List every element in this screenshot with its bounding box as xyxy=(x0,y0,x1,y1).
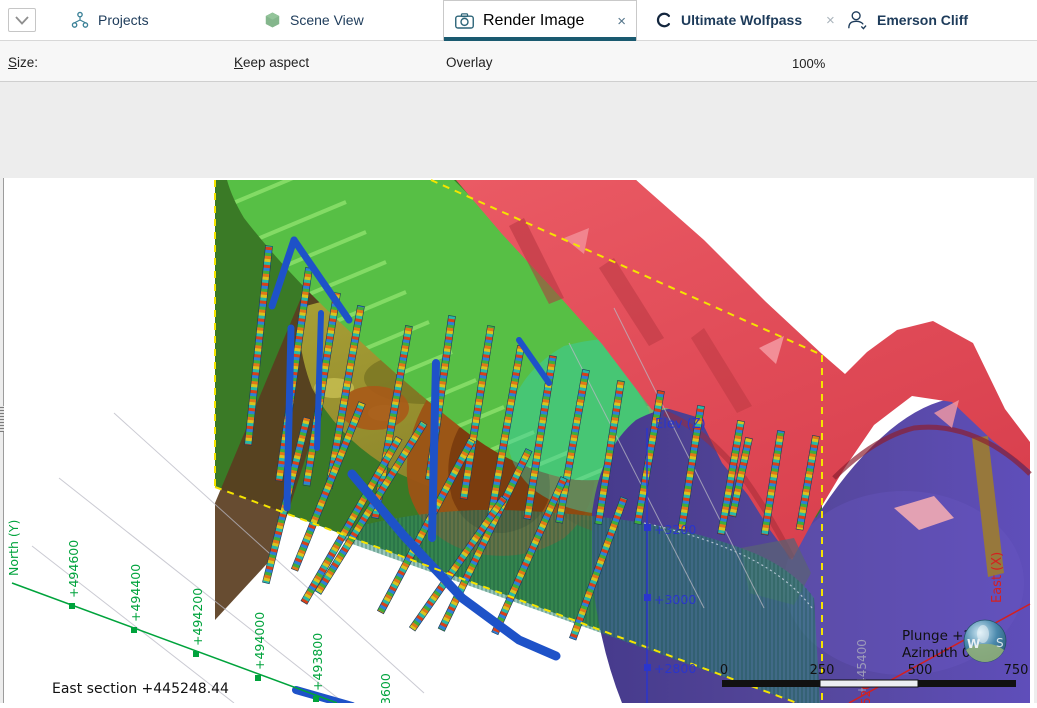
tab-overflow-dropdown-button[interactable] xyxy=(8,8,36,32)
rendered-scene: North (Y) +494600 +494400 +494200 +49400… xyxy=(4,178,1034,703)
projects-hierarchy-icon xyxy=(70,10,90,30)
north-axis-title: North (Y) xyxy=(6,520,21,576)
keep-aspect-label[interactable]: Keep aspect xyxy=(234,55,309,70)
svg-text:+494200: +494200 xyxy=(190,588,205,646)
section-caption: East section +445248.44 xyxy=(52,681,229,697)
size-label: Size: xyxy=(8,55,38,70)
tab-ultimate-wolfpass[interactable]: Ultimate Wolfpass xyxy=(655,0,802,40)
central-c-logo-icon xyxy=(655,11,673,29)
chevron-down-icon xyxy=(15,16,29,25)
svg-text:0: 0 xyxy=(720,663,728,678)
account-name-label: Emerson Cliff xyxy=(877,12,968,28)
account-menu[interactable]: Emerson Cliff xyxy=(845,0,968,40)
svg-text:500: 500 xyxy=(908,663,933,678)
svg-text:750: 750 xyxy=(1004,663,1029,678)
scene-hexagon-icon xyxy=(263,10,282,30)
svg-text:+2800: +2800 xyxy=(654,661,696,676)
svg-text:3600: 3600 xyxy=(378,673,393,703)
zoom-level-label: 100% xyxy=(792,56,825,71)
svg-text:+493800: +493800 xyxy=(310,633,325,691)
svg-text:+494600: +494600 xyxy=(66,540,81,598)
tab-render-image-close-icon[interactable]: × xyxy=(617,14,626,29)
tab-projects[interactable]: Projects xyxy=(70,0,149,40)
user-icon xyxy=(845,8,869,32)
camera-icon xyxy=(454,12,475,30)
svg-text:250: 250 xyxy=(810,663,835,678)
compass-west-label: W xyxy=(967,637,980,651)
svg-text:+494400: +494400 xyxy=(128,564,143,622)
tab-render-image-label: Render Image xyxy=(483,12,584,30)
tab-bar: Projects Scene View Render Image × Ultim… xyxy=(0,0,1037,41)
overlay-label[interactable]: Overlay xyxy=(446,55,493,70)
tab-render-image-active[interactable]: Render Image × xyxy=(443,0,637,41)
tab-ultimate-wolfpass-close-icon[interactable]: × xyxy=(826,13,835,28)
tab-projects-label: Projects xyxy=(98,12,149,28)
tab-scene-view-label: Scene View xyxy=(290,12,364,28)
render-toolbar: Size: 1030 525 Keep aspect Off Overlay R… xyxy=(0,41,1037,82)
east-axis-title: East (X) xyxy=(990,552,1005,603)
svg-text:+3000: +3000 xyxy=(654,592,696,607)
svg-text:+3200: +3200 xyxy=(654,522,696,537)
elev-axis-title: Elev (Z) xyxy=(655,417,706,432)
compass-ball: W S xyxy=(964,620,1006,662)
rendered-image-preview: North (Y) +494600 +494400 +494200 +49400… xyxy=(4,178,1034,703)
compass-south-label: S xyxy=(996,636,1004,650)
tab-ultimate-wolfpass-label: Ultimate Wolfpass xyxy=(681,12,802,28)
svg-text:+494000: +494000 xyxy=(252,612,267,670)
tab-scene-view[interactable]: Scene View xyxy=(263,0,364,40)
